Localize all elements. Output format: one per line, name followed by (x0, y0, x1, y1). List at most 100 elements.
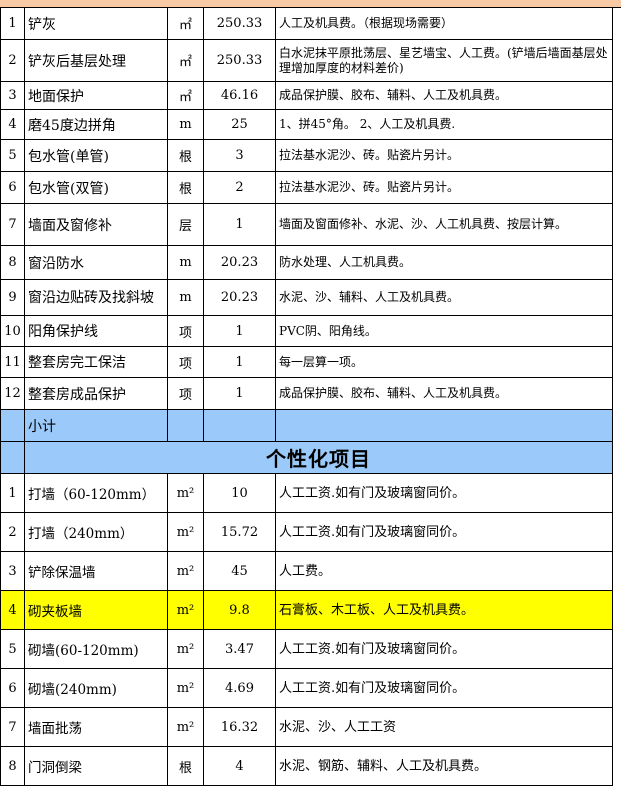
item-unit: m² (167, 668, 204, 708)
table-row: 12 整套房成品保护 项 1 成品保护膜、胶布、辅料、人工及机具费。 (0, 377, 613, 410)
item-quantity: 45 (203, 551, 276, 591)
item-name: 砌墙(240mm) (24, 668, 168, 708)
item-description: 白水泥抹平原批荡层、星艺墙宝、人工费。(铲墙后墙面基层处理增加厚度的材料差价) (275, 39, 613, 82)
section-title-empty-cell (0, 441, 25, 474)
row-number: 5 (0, 629, 25, 669)
item-unit: 根 (167, 171, 204, 204)
row-number: 12 (0, 377, 25, 410)
table-row: 2 铲灰后基层处理 ㎡ 250.33 白水泥抹平原批荡层、星艺墙宝、人工费。(铲… (0, 39, 613, 82)
row-number: 3 (0, 81, 25, 110)
item-description: 人工及机具费。（根据现场需要） (275, 7, 613, 40)
item-unit: m² (167, 551, 204, 591)
section-title: 个性化项目 (24, 441, 613, 474)
item-description: 水泥、钢筋、辅料、人工及机具费。 (275, 746, 613, 786)
item-name: 墙面批荡 (24, 707, 168, 747)
item-description: 每一层算一项。 (275, 346, 613, 378)
table-row: 4 磨45度边拼角 m 25 1、拼45°角。 2、人工及机具费. (0, 109, 613, 140)
row-number: 8 (0, 245, 25, 280)
item-quantity: 250.33 (203, 39, 276, 82)
row-number: 1 (0, 7, 25, 40)
item-unit: 项 (167, 315, 204, 347)
item-name: 包水管(单管) (24, 139, 168, 172)
row-number: 11 (0, 346, 25, 378)
subtotal-empty-cell (0, 409, 25, 442)
item-name: 墙面及窗修补 (24, 203, 168, 246)
item-name: 砌夹板墙 (24, 590, 168, 630)
quote-table: 1 铲灰 ㎡ 250.33 人工及机具费。（根据现场需要） 2 铲灰后基层处理 … (0, 7, 613, 786)
item-unit: m² (167, 512, 204, 552)
item-unit: ㎡ (167, 81, 204, 110)
row-number: 6 (0, 171, 25, 204)
item-name: 磨45度边拼角 (24, 109, 168, 140)
table-row: 11 整套房完工保洁 项 1 每一层算一项。 (0, 346, 613, 378)
table-row: 1 打墙（60-120mm） m² 10 人工工资.如有门及玻璃窗同价。 (0, 473, 613, 513)
table-row: 1 铲灰 ㎡ 250.33 人工及机具费。（根据现场需要） (0, 7, 613, 40)
item-unit: m² (167, 629, 204, 669)
item-quantity: 25 (203, 109, 276, 140)
subtotal-label: 小计 (24, 409, 168, 442)
item-quantity: 20.23 (203, 245, 276, 280)
item-quantity: 1 (203, 377, 276, 410)
item-name: 铲除保温墙 (24, 551, 168, 591)
item-name: 打墙（240mm） (24, 512, 168, 552)
item-description: 人工工资.如有门及玻璃窗同价。 (275, 512, 613, 552)
row-number: 2 (0, 512, 25, 552)
item-quantity: 46.16 (203, 81, 276, 110)
item-unit: m (167, 109, 204, 140)
section-title-row: 个性化项目 (0, 441, 613, 474)
item-description: 拉法基水泥沙、砖。贴瓷片另计。 (275, 171, 613, 204)
table-row-highlighted: 4 砌夹板墙 m² 9.8 石膏板、木工板、人工及机具费。 (0, 590, 613, 630)
item-name: 窗沿防水 (24, 245, 168, 280)
item-description: 水泥、沙、辅料、人工及机具费。 (275, 279, 613, 316)
subtotal-empty-cell (167, 409, 204, 442)
row-number: 3 (0, 551, 25, 591)
row-number: 4 (0, 109, 25, 140)
item-quantity: 20.23 (203, 279, 276, 316)
item-description: 人工工资.如有门及玻璃窗同价。 (275, 629, 613, 669)
item-unit: 项 (167, 346, 204, 378)
item-description: 拉法基水泥沙、砖。贴瓷片另计。 (275, 139, 613, 172)
table-row: 10 阳角保护线 项 1 PVC阴、阳角线。 (0, 315, 613, 347)
row-number: 9 (0, 279, 25, 316)
table-row: 7 墙面批荡 m² 16.32 水泥、沙、人工工资 (0, 707, 613, 747)
item-quantity: 4 (203, 746, 276, 786)
item-quantity: 9.8 (203, 590, 276, 630)
item-name: 整套房成品保护 (24, 377, 168, 410)
item-unit: m (167, 245, 204, 280)
item-description: 水泥、沙、人工工资 (275, 707, 613, 747)
table-row: 8 窗沿防水 m 20.23 防水处理、人工机具费。 (0, 245, 613, 280)
item-unit: m² (167, 707, 204, 747)
item-name: 砌墙(60-120mm) (24, 629, 168, 669)
table-row: 5 包水管(单管) 根 3 拉法基水泥沙、砖。贴瓷片另计。 (0, 139, 613, 172)
item-description: 人工工资.如有门及玻璃窗同价。 (275, 473, 613, 513)
row-number: 5 (0, 139, 25, 172)
item-quantity: 15.72 (203, 512, 276, 552)
item-quantity: 1 (203, 203, 276, 246)
row-number: 8 (0, 746, 25, 786)
item-name: 地面保护 (24, 81, 168, 110)
item-quantity: 2 (203, 171, 276, 204)
item-description: 成品保护膜、胶布、辅料、人工及机具费。 (275, 377, 613, 410)
table-row: 7 墙面及窗修补 层 1 墙面及窗面修补、水泥、沙、人工机具费、按层计算。 (0, 203, 613, 246)
item-name: 阳角保护线 (24, 315, 168, 347)
item-quantity: 10 (203, 473, 276, 513)
item-description: 防水处理、人工机具费。 (275, 245, 613, 280)
item-unit: 根 (167, 746, 204, 786)
row-number: 10 (0, 315, 25, 347)
table-row: 6 包水管(双管) 根 2 拉法基水泥沙、砖。贴瓷片另计。 (0, 171, 613, 204)
row-number: 1 (0, 473, 25, 513)
item-unit: m² (167, 590, 204, 630)
item-name: 包水管(双管) (24, 171, 168, 204)
item-quantity: 3.47 (203, 629, 276, 669)
item-unit: 根 (167, 139, 204, 172)
item-unit: m² (167, 473, 204, 513)
item-unit: 项 (167, 377, 204, 410)
table-row: 6 砌墙(240mm) m² 4.69 人工工资.如有门及玻璃窗同价。 (0, 668, 613, 708)
item-name: 打墙（60-120mm） (24, 473, 168, 513)
item-unit: ㎡ (167, 39, 204, 82)
row-number: 2 (0, 39, 25, 82)
item-description: 人工工资.如有门及玻璃窗同价。 (275, 668, 613, 708)
subtotal-empty-cell (275, 409, 613, 442)
item-name: 窗沿边贴砖及找斜坡 (24, 279, 168, 316)
table-row: 5 砌墙(60-120mm) m² 3.47 人工工资.如有门及玻璃窗同价。 (0, 629, 613, 669)
